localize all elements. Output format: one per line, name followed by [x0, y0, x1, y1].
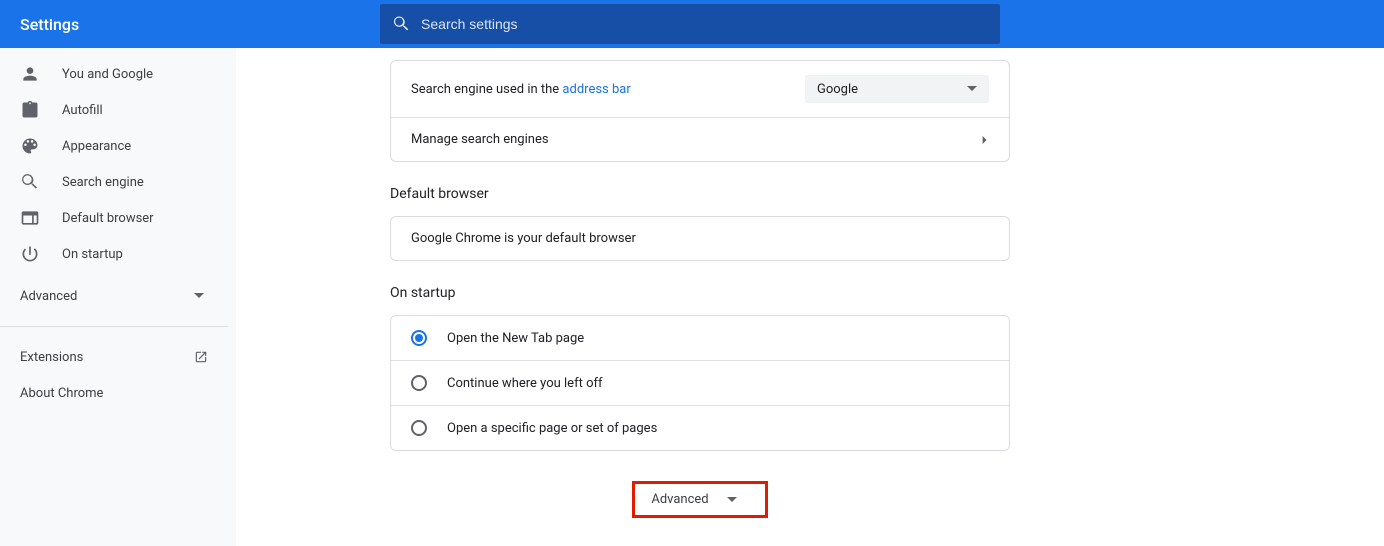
sidebar-item-extensions[interactable]: Extensions — [0, 339, 236, 375]
search-icon — [392, 14, 411, 34]
startup-option-specific[interactable]: Open a specific page or set of pages — [391, 405, 1009, 450]
chevron-down-icon — [727, 495, 737, 505]
sidebar-advanced-label: Advanced — [20, 289, 77, 304]
manage-search-engines-label: Manage search engines — [411, 132, 549, 147]
search-engine-label: Search engine used in the address bar — [411, 82, 631, 97]
search-input[interactable] — [421, 16, 988, 32]
sidebar-item-label: Default browser — [62, 211, 154, 226]
startup-option-label: Open the New Tab page — [447, 331, 584, 346]
palette-icon — [20, 136, 40, 156]
chevron-down-icon — [194, 291, 204, 301]
default-browser-card: Google Chrome is your default browser — [390, 216, 1010, 261]
sidebar: You and Google Autofill Appearance Searc… — [0, 48, 236, 546]
default-browser-row: Google Chrome is your default browser — [391, 217, 1009, 260]
header: Settings — [0, 0, 1384, 48]
on-startup-card: Open the New Tab page Continue where you… — [390, 315, 1010, 451]
on-startup-title: On startup — [390, 285, 1010, 301]
chevron-right-icon — [981, 136, 989, 144]
sidebar-item-label: Search engine — [62, 175, 144, 190]
chevron-down-icon — [967, 84, 977, 94]
sidebar-item-about[interactable]: About Chrome — [0, 375, 236, 411]
clipboard-icon — [20, 100, 40, 120]
sidebar-item-label: You and Google — [62, 67, 153, 82]
open-external-icon — [194, 350, 208, 364]
sidebar-item-label: Appearance — [62, 139, 131, 154]
manage-search-engines-row[interactable]: Manage search engines — [391, 117, 1009, 161]
sidebar-item-search-engine[interactable]: Search engine — [0, 164, 236, 200]
startup-option-label: Open a specific page or set of pages — [447, 421, 657, 436]
browser-icon — [20, 208, 40, 228]
sidebar-item-you-and-google[interactable]: You and Google — [0, 56, 236, 92]
startup-option-label: Continue where you left off — [447, 376, 603, 391]
address-bar-link[interactable]: address bar — [562, 82, 630, 97]
search-container[interactable] — [380, 4, 1000, 44]
search-engine-card: Search engine used in the address bar Go… — [390, 60, 1010, 162]
sidebar-item-on-startup[interactable]: On startup — [0, 236, 236, 272]
sidebar-advanced-toggle[interactable]: Advanced — [0, 278, 236, 314]
sidebar-item-appearance[interactable]: Appearance — [0, 128, 236, 164]
default-browser-text: Google Chrome is your default browser — [411, 231, 636, 246]
search-engine-select[interactable]: Google — [805, 75, 989, 103]
person-icon — [20, 64, 40, 84]
page-title: Settings — [16, 15, 236, 34]
power-icon — [20, 244, 40, 264]
sidebar-item-label: On startup — [62, 247, 123, 262]
radio-icon — [411, 375, 427, 391]
sidebar-extensions-label: Extensions — [20, 350, 83, 365]
advanced-button-label: Advanced — [651, 492, 708, 507]
sidebar-about-label: About Chrome — [20, 386, 103, 401]
main: Search engine used in the address bar Go… — [236, 48, 1384, 546]
sidebar-item-autofill[interactable]: Autofill — [0, 92, 236, 128]
search-icon — [20, 172, 40, 192]
radio-icon — [411, 330, 427, 346]
sidebar-item-default-browser[interactable]: Default browser — [0, 200, 236, 236]
startup-option-continue[interactable]: Continue where you left off — [391, 360, 1009, 405]
search-engine-row: Search engine used in the address bar Go… — [391, 61, 1009, 117]
search-engine-selected: Google — [817, 82, 858, 97]
radio-icon — [411, 420, 427, 436]
startup-option-new-tab[interactable]: Open the New Tab page — [391, 316, 1009, 360]
divider — [0, 326, 228, 327]
default-browser-title: Default browser — [390, 186, 1010, 202]
sidebar-item-label: Autofill — [62, 103, 103, 118]
advanced-button[interactable]: Advanced — [632, 481, 767, 518]
